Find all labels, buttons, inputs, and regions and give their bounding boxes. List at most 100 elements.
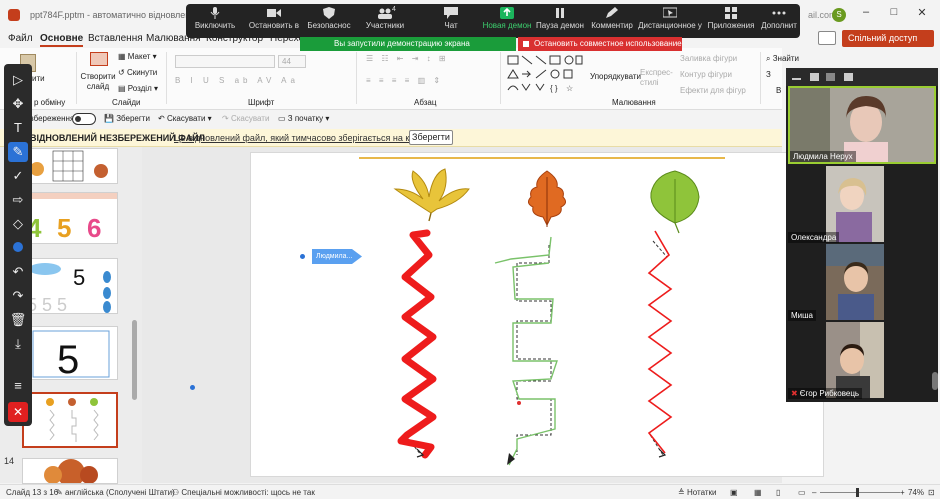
tab-insert[interactable]: Вставлення	[88, 33, 143, 44]
slideshow-icon[interactable]: ▭	[798, 488, 806, 497]
slide-thumbnail-selected[interactable]	[22, 392, 118, 448]
avatar[interactable]: S	[832, 8, 846, 22]
cursor-icon[interactable]: ▷	[8, 70, 28, 90]
shape-effects-button[interactable]: Ефекти для фігур	[680, 86, 746, 95]
stop-share-button[interactable]: Остановить совместное использование	[518, 37, 682, 51]
zoom-slider[interactable]	[820, 492, 900, 493]
slide-thumbnail[interactable]	[22, 458, 118, 484]
shape-outline-button[interactable]: Контур фігури	[680, 70, 732, 79]
fit-slide-icon[interactable]: ⊡	[928, 488, 935, 497]
speaker-view-icon[interactable]	[810, 73, 819, 81]
zoom-level[interactable]: 74%	[908, 488, 924, 497]
draw-icon[interactable]: ✎	[8, 142, 28, 162]
tab-home[interactable]: Основне	[40, 33, 84, 47]
arrow-icon[interactable]: ⇨	[8, 190, 28, 210]
arrange-button[interactable]: Упорядкувати	[590, 72, 641, 81]
layout-button[interactable]: ▦ Макет ▾	[118, 52, 157, 61]
shield-icon	[323, 7, 335, 19]
vertical-scrollbar[interactable]	[932, 372, 938, 390]
reading-view-icon[interactable]: ▯	[776, 488, 780, 497]
maximize-icon[interactable]: □	[884, 6, 904, 22]
new-slide-icon[interactable]	[90, 52, 108, 66]
normal-view-icon[interactable]: ▣	[730, 488, 738, 497]
color-dot-icon[interactable]	[8, 238, 28, 258]
check-icon[interactable]: ✓	[8, 166, 28, 186]
more-button[interactable]: Дополнит	[760, 7, 798, 37]
select-button[interactable]: В	[776, 86, 781, 95]
font-family-select[interactable]	[175, 55, 275, 68]
font-format-buttons[interactable]: B I U S ab AV Aa	[175, 76, 299, 85]
language-status[interactable]: ✎ англійська (Сполучені Штати)	[56, 488, 175, 497]
reset-button[interactable]: ↺ Скинути	[118, 68, 157, 77]
trash-icon[interactable]: 🗑	[8, 310, 28, 330]
remote-control-button[interactable]: Дистанционное у	[638, 7, 702, 37]
apps-icon	[725, 7, 737, 19]
chat-button[interactable]: Чат	[436, 7, 466, 37]
video-tile[interactable]	[826, 322, 884, 398]
text-icon[interactable]: T	[8, 118, 28, 138]
comment-icon[interactable]	[818, 31, 836, 45]
quick-access-toolbar: збереження 💾 Зберегти ↶ Скасувати ▾ ↷ Ск…	[0, 110, 782, 128]
accessibility-status[interactable]: ⚇ Спеціальні можливості: щось не так	[172, 488, 315, 497]
notes-button[interactable]: ≜ Нотатки	[678, 488, 716, 497]
find-button[interactable]: ⌕ Знайти	[766, 54, 799, 64]
paste-label[interactable]: ити	[32, 74, 45, 83]
gallery-view-icon[interactable]	[844, 73, 853, 81]
redo-icon[interactable]: ↷	[8, 286, 28, 306]
undo-button[interactable]: ↶ Скасувати ▾	[158, 114, 212, 123]
video-tile[interactable]	[826, 166, 884, 242]
new-share-button[interactable]: Новая демон	[482, 7, 532, 37]
close-window-icon[interactable]: ✕	[912, 6, 932, 22]
slide-sorter-icon[interactable]: ▦	[754, 488, 762, 497]
quick-styles-button[interactable]: Експрес-стилі	[640, 68, 676, 88]
annotate-button[interactable]: Комментир	[588, 7, 636, 37]
participants-button[interactable]: Участники	[362, 7, 408, 37]
redo-button[interactable]: ↷ Скасувати	[222, 114, 269, 123]
video-tile[interactable]	[826, 244, 884, 320]
move-icon[interactable]: ✥	[8, 94, 28, 114]
autosave-toggle[interactable]	[72, 113, 96, 125]
slide-thumbnail[interactable]: 5	[22, 326, 118, 380]
apps-button[interactable]: Приложения	[706, 7, 756, 37]
zoom-slider-handle[interactable]	[856, 488, 859, 497]
slide-thumbnail[interactable]	[22, 148, 118, 184]
save-button[interactable]: 💾 Зберегти	[104, 114, 150, 123]
shape-fill-button[interactable]: Заливка фігури	[680, 54, 737, 63]
oak-leaf-icon	[527, 170, 567, 227]
minimize-icon[interactable]: –	[856, 6, 876, 22]
zoom-in-icon[interactable]: +	[900, 488, 905, 497]
replace-button[interactable]: З	[766, 70, 771, 79]
share-access-button[interactable]: Спільний доступ	[842, 30, 934, 47]
menu-icon[interactable]: ≡	[8, 376, 28, 396]
font-size-select[interactable]: 44	[278, 55, 306, 68]
tab-file[interactable]: Файл	[8, 33, 33, 44]
security-button[interactable]: Безопаснос	[304, 7, 354, 37]
slide-thumbnail[interactable]: 5 5 5 5	[22, 258, 118, 314]
shapes-gallery[interactable]: { } ☆	[506, 54, 584, 94]
strip-view-icon[interactable]	[826, 73, 835, 81]
stop-video-button[interactable]: Остановить в	[246, 7, 302, 37]
close-icon[interactable]: ✕	[8, 402, 28, 422]
from-start-button[interactable]: ▭ З початку ▾	[278, 114, 329, 123]
participants-video-panel: Людмила Нерух Олександра Миша ✖ Єгор Рибк…	[786, 68, 938, 402]
notice-save-button[interactable]: Зберегти	[409, 130, 453, 145]
minimize-panel-icon[interactable]	[792, 78, 801, 80]
divider	[760, 52, 761, 104]
section-button[interactable]: ▤ Розділ ▾	[118, 84, 158, 93]
more-icon	[772, 11, 786, 15]
zoom-out-icon[interactable]: –	[812, 488, 816, 497]
video-tile[interactable]: Людмила Нерух	[788, 86, 936, 164]
eraser-icon[interactable]: ◇	[8, 214, 28, 234]
muted-microphone-icon: ✖	[791, 389, 798, 398]
clipboard-group-label: р обміну	[34, 98, 66, 107]
list-buttons[interactable]: ☰ ☷ ⇤ ⇥ ↕ ⊞	[366, 54, 449, 63]
slide-thumbnail[interactable]: 4 5 6	[22, 192, 118, 244]
slides-pane-scrollbar[interactable]	[132, 320, 137, 400]
new-slide-button[interactable]: Створити слайд	[80, 72, 116, 92]
save-icon[interactable]: ⤓	[8, 334, 28, 354]
align-buttons[interactable]: ≡ ≡ ≡ ≡ ▥ ⇕	[366, 76, 443, 85]
undo-icon[interactable]: ↶	[8, 262, 28, 282]
participant-name: Олександра	[788, 232, 840, 243]
pause-share-button[interactable]: Пауза демон	[536, 7, 584, 37]
mute-button[interactable]: Виключить	[192, 7, 238, 37]
